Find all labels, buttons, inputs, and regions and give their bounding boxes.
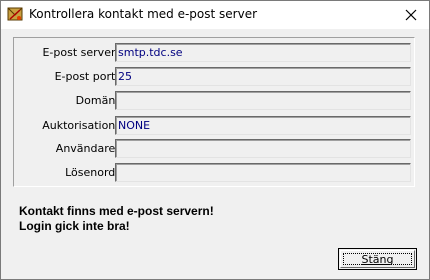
email-server-label: E-post server: — [42, 46, 119, 59]
row-authorization: Auktorisation: NONE — [14, 116, 414, 136]
status-connection-ok: Kontakt finns med e-post servern! — [19, 204, 214, 218]
email-port-value: 25 — [118, 70, 132, 83]
email-server-field[interactable]: smtp.tdc.se — [115, 43, 411, 62]
domain-field[interactable] — [115, 91, 411, 110]
title-bar[interactable]: Kontrollera kontakt med e-post server — [1, 1, 429, 29]
row-domain: Domän: — [14, 91, 414, 111]
authorization-field[interactable]: NONE — [115, 116, 411, 135]
row-password: Lösenord: — [14, 163, 414, 183]
dialog-window: Kontrollera kontakt med e-post server E-… — [0, 0, 430, 280]
mail-app-icon — [7, 6, 23, 22]
email-port-field[interactable]: 25 — [115, 67, 411, 86]
email-server-value: smtp.tdc.se — [118, 46, 183, 59]
username-field[interactable] — [115, 139, 411, 158]
authorization-value: NONE — [118, 119, 151, 132]
window-title: Kontrollera kontakt med e-post server — [29, 7, 258, 21]
domain-label: Domän: — [75, 94, 119, 107]
authorization-label: Auktorisation: — [42, 119, 119, 132]
settings-group: E-post server: smtp.tdc.se E-post port: … — [13, 37, 415, 187]
close-button[interactable] — [393, 1, 429, 29]
row-username: Användare: — [14, 139, 414, 159]
username-label: Användare: — [55, 142, 119, 155]
email-port-label: E-post port: — [54, 70, 119, 83]
close-icon — [405, 9, 417, 21]
password-field[interactable] — [115, 163, 411, 182]
status-messages: Kontakt finns med e-post servern! Login … — [19, 204, 214, 234]
password-label: Lösenord: — [65, 166, 119, 179]
row-email-port: E-post port: 25 — [14, 67, 414, 87]
status-login-failed: Login gick inte bra! — [19, 219, 130, 233]
row-email-server: E-post server: smtp.tdc.se — [14, 43, 414, 63]
close-dialog-label: Stäng — [361, 252, 394, 266]
close-dialog-button[interactable]: Stäng — [338, 248, 417, 270]
